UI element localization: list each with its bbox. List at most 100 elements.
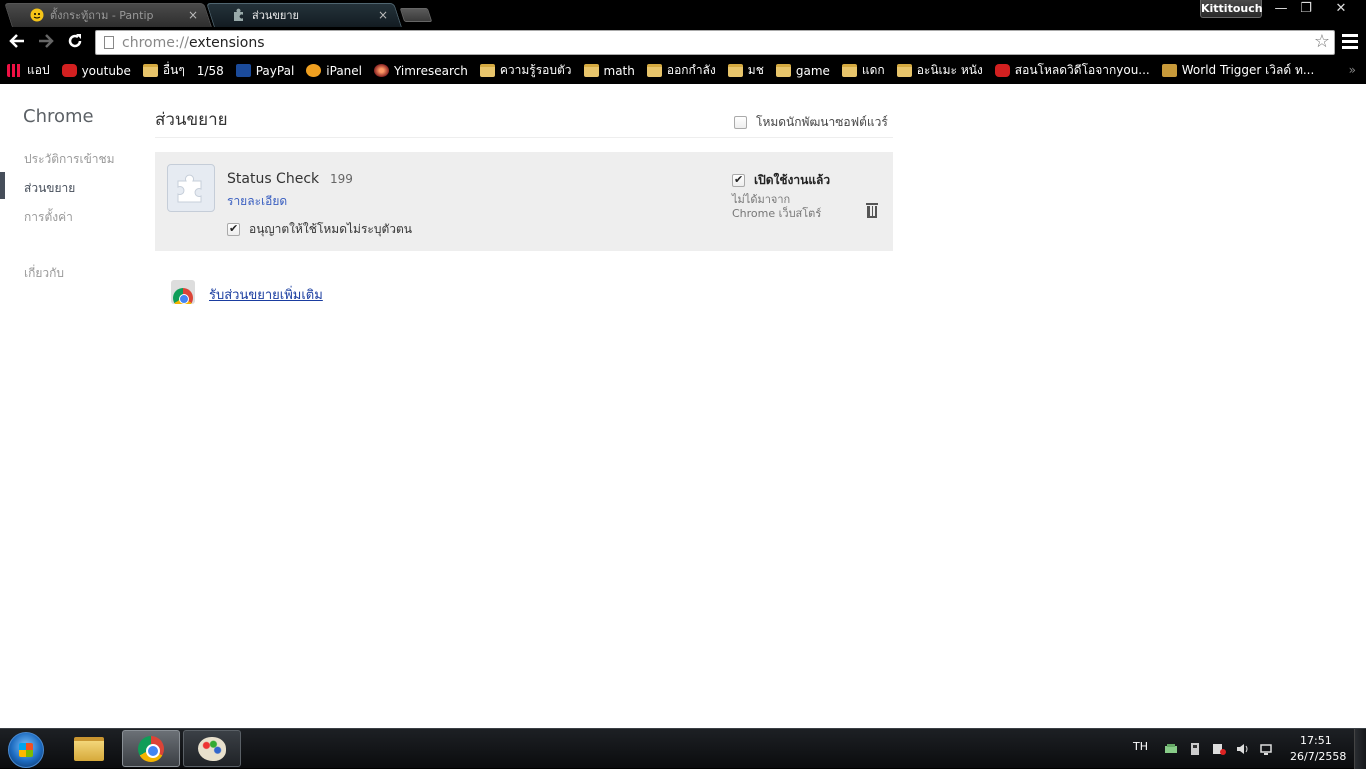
new-tab-button[interactable] <box>399 8 433 22</box>
bookmark-label: World Trigger เวิลด์ ท... <box>1181 63 1315 77</box>
bookmarks-overflow-button[interactable]: » <box>1349 63 1356 77</box>
taskbar: TH 17:51 26/7/2558 <box>0 728 1366 769</box>
enabled-toggle[interactable]: เปิดใช้งานแล้ว <box>732 171 830 190</box>
sidebar-title: Chrome <box>23 106 94 127</box>
clock-time[interactable]: 17:51 <box>1300 734 1332 747</box>
enabled-checkbox[interactable] <box>732 173 745 187</box>
pantip-favicon-icon <box>30 8 44 22</box>
bookmark-label: มช <box>747 63 764 77</box>
bookmark-item[interactable]: Yimresearch <box>374 64 468 78</box>
extension-card: Status Check 199 รายละเอียด อนุญาตให้ใช้… <box>155 152 893 251</box>
incognito-checkbox[interactable] <box>227 222 240 236</box>
bookmark-label: ออกกำลัง <box>666 63 716 77</box>
sidebar-item-history[interactable]: ประวัติการเข้าชม <box>24 150 115 169</box>
enabled-label: เปิดใช้งานแล้ว <box>754 173 831 187</box>
network-status-icon[interactable] <box>1260 743 1274 755</box>
folder-icon <box>479 64 495 77</box>
bookmark-item[interactable]: iPanel <box>306 64 362 78</box>
tab-label: ตั้งกระทู้ถาม - Pantip <box>50 9 154 22</box>
bookmark-label: แดก <box>861 63 885 77</box>
taskbar-explorer[interactable] <box>60 730 118 767</box>
bookmark-item[interactable]: อื่นๆ <box>142 61 185 80</box>
address-bar[interactable]: chrome:// extensions ☆ <box>95 30 1335 55</box>
action-center-icon[interactable] <box>1212 743 1226 755</box>
tab-pantip[interactable]: ตั้งกระทู้ถาม - Pantip × <box>4 3 212 27</box>
source-line-1: ไม่ได้มาจาก <box>732 193 791 206</box>
network-icon[interactable] <box>1164 743 1178 755</box>
taskbar-paint[interactable] <box>183 730 241 767</box>
worldtrigger-icon <box>1161 64 1177 77</box>
bookmark-item[interactable]: อะนิเมะ หนัง <box>896 61 983 80</box>
trash-icon[interactable] <box>866 203 878 218</box>
chrome-icon <box>138 735 164 762</box>
bookmark-item[interactable]: แอป <box>7 61 50 80</box>
source-line-2: Chrome เว็บสโตร์ <box>732 207 822 220</box>
extension-source-note: ไม่ได้มาจาก Chrome เว็บสโตร์ <box>732 193 821 221</box>
bookmark-label: ความรู้รอบตัว <box>499 63 572 77</box>
bookmark-label: อะนิเมะ หนัง <box>916 63 983 77</box>
forward-button[interactable] <box>35 32 57 54</box>
web-store-icon <box>171 280 195 304</box>
folder-icon <box>74 736 104 761</box>
tab-extensions[interactable]: ส่วนขยาย × <box>206 3 402 27</box>
bookmark-item[interactable]: PayPal <box>235 63 295 78</box>
bookmark-label: iPanel <box>326 63 362 78</box>
extension-version: 199 <box>330 172 353 186</box>
bookmark-item[interactable]: game <box>775 64 830 78</box>
bookmark-item[interactable]: มช <box>727 61 764 80</box>
folder-icon <box>583 64 599 77</box>
reload-icon <box>68 34 82 48</box>
tab-close-icon[interactable]: × <box>378 8 388 22</box>
tab-close-icon[interactable]: × <box>188 8 198 22</box>
incognito-label: อนุญาตให้ใช้โหมดไม่ระบุตัวตน <box>249 222 412 236</box>
puzzle-favicon-icon <box>232 8 246 22</box>
bookmark-item[interactable]: youtube <box>61 63 131 78</box>
sidebar-item-settings[interactable]: การตั้งค่า <box>24 208 73 227</box>
bookmark-item[interactable]: ความรู้รอบตัว <box>479 61 572 80</box>
bookmark-item[interactable]: World Trigger เวิลด์ ท... <box>1161 61 1315 80</box>
bookmark-item[interactable]: สอนโหลดวิดีโอจากyou... <box>994 61 1150 80</box>
sidebar-item-extensions[interactable]: ส่วนขยาย <box>24 179 75 198</box>
usb-icon[interactable] <box>1188 743 1202 755</box>
bookmark-label: อื่นๆ <box>162 63 185 77</box>
taskbar-chrome[interactable] <box>122 730 180 767</box>
developer-mode-toggle[interactable]: โหมดนักพัฒนาซอฟต์แวร์ <box>734 113 888 132</box>
developer-mode-checkbox[interactable] <box>734 116 747 129</box>
show-desktop-button[interactable] <box>1354 729 1366 769</box>
bookmark-item[interactable]: 1/58 <box>197 64 224 78</box>
clock-date[interactable]: 26/7/2558 <box>1290 750 1346 763</box>
folder-icon <box>646 64 662 77</box>
reload-button[interactable] <box>64 32 86 54</box>
volume-icon[interactable] <box>1236 743 1250 755</box>
sidebar-item-about[interactable]: เกี่ยวกับ <box>24 264 64 283</box>
get-more-extensions-link[interactable]: รับส่วนขยายเพิ่มเติม <box>209 284 323 305</box>
back-arrow-icon <box>9 34 24 48</box>
apps-icon <box>7 64 22 77</box>
extension-details-link[interactable]: รายละเอียด <box>227 192 287 211</box>
close-window-button[interactable]: ✕ <box>1328 0 1354 18</box>
url-scheme: chrome:// <box>122 34 189 51</box>
page-icon <box>104 36 114 49</box>
toolbar: chrome:// extensions ☆ <box>0 28 1366 57</box>
bookmark-item[interactable]: แดก <box>841 61 885 80</box>
minimize-button[interactable]: — <box>1268 0 1294 18</box>
restore-button[interactable]: ❐ <box>1293 0 1319 18</box>
puzzle-piece-icon <box>167 164 215 212</box>
bookmark-star-icon[interactable]: ☆ <box>1314 31 1330 53</box>
tab-label: ส่วนขยาย <box>252 9 299 22</box>
folder-icon <box>142 64 158 77</box>
bookmark-label: youtube <box>81 63 131 78</box>
start-button[interactable] <box>8 732 44 768</box>
bookmark-item[interactable]: math <box>583 63 635 78</box>
bookmark-label: PayPal <box>255 63 295 78</box>
bookmark-label: math <box>603 63 635 78</box>
bookmark-label: 1/58 <box>196 63 224 78</box>
back-button[interactable] <box>6 32 28 54</box>
profile-button[interactable]: Kittitouch <box>1200 0 1263 18</box>
youtube-icon <box>61 64 77 77</box>
chrome-menu-icon[interactable] <box>1342 34 1358 50</box>
folder-icon <box>841 64 857 77</box>
incognito-toggle[interactable]: อนุญาตให้ใช้โหมดไม่ระบุตัวตน <box>227 220 412 239</box>
bookmark-item[interactable]: ออกกำลัง <box>646 61 716 80</box>
language-indicator[interactable]: TH <box>1133 740 1148 753</box>
